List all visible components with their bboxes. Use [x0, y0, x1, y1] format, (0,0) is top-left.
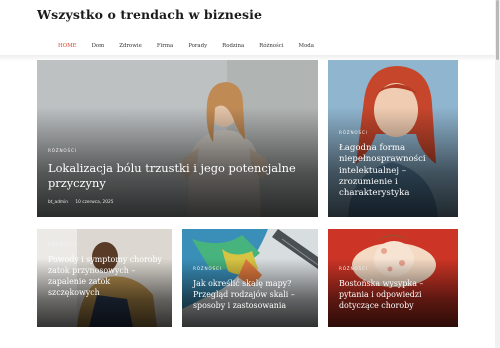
category-label[interactable]: RÓŻNOŚCI: [339, 130, 450, 135]
main-nav: HOME Dom Zdrowie Firma Porady Rodzina Ró…: [58, 40, 329, 52]
nav-item-dom[interactable]: Dom: [92, 43, 105, 49]
article-title[interactable]: Łagodna forma niepełnosprawności intelek…: [339, 143, 450, 200]
nav-item-home[interactable]: HOME: [58, 43, 77, 49]
article-card[interactable]: RÓŻNOŚCI Jak określić skalę mapy? Przegl…: [182, 229, 318, 327]
nav-item-firma[interactable]: Firma: [157, 43, 173, 49]
article-author[interactable]: bt_admin: [48, 200, 68, 205]
category-label[interactable]: RÓŻNOŚCI: [48, 242, 164, 247]
article-card[interactable]: RÓŻNOŚCI Powody i symptomy choroby zatok…: [37, 229, 172, 327]
article-meta: bt_admin 10 czerwca, 2025: [48, 200, 310, 205]
page-scrollbar[interactable]: [495, 0, 500, 348]
side-article-card[interactable]: RÓŻNOŚCI Łagodna forma niepełnosprawnośc…: [328, 60, 458, 217]
article-card[interactable]: RÓŻNOŚCI Bostońska wysypka – pytania i o…: [328, 229, 458, 327]
nav-item-zdrowie[interactable]: Zdrowie: [119, 43, 142, 49]
article-date: 10 czerwca, 2025: [75, 200, 114, 206]
article-title[interactable]: Bostońska wysypka – pytania i odpowiedzi…: [339, 279, 450, 312]
category-label[interactable]: RÓŻNOŚCI: [193, 266, 310, 271]
nav-item-moda[interactable]: Moda: [299, 43, 314, 49]
article-title[interactable]: Jak określić skalę mapy? Przegląd rodzaj…: [193, 279, 310, 312]
nav-item-roznosci[interactable]: Różności: [259, 43, 283, 49]
category-label[interactable]: RÓŻNOŚCI: [48, 148, 310, 153]
category-label[interactable]: RÓŻNOŚCI: [339, 266, 450, 271]
site-title[interactable]: Wszystko o trendach w biznesie: [37, 7, 262, 22]
nav-item-porady[interactable]: Porady: [188, 43, 207, 49]
article-title[interactable]: Powody i symptomy choroby zatok przynoso…: [48, 255, 164, 299]
featured-article-card[interactable]: RÓŻNOŚCI Lokalizacja bólu trzustki i jeg…: [37, 60, 318, 217]
scrollbar-thumb[interactable]: [496, 0, 499, 60]
nav-item-rodzina[interactable]: Rodzina: [222, 43, 244, 49]
article-title[interactable]: Lokalizacja bólu trzustki i jego potencj…: [48, 161, 310, 191]
